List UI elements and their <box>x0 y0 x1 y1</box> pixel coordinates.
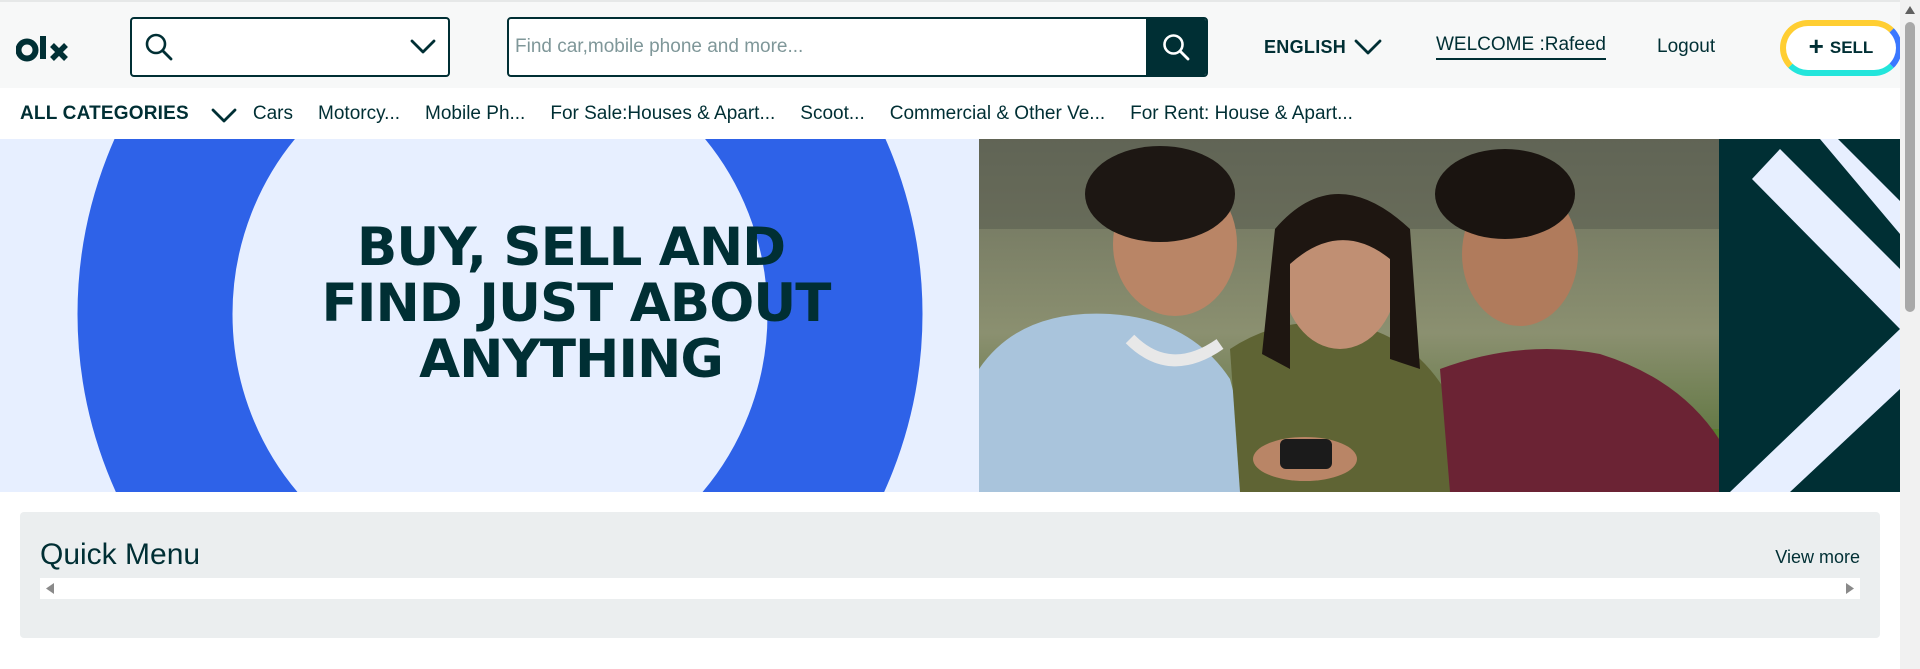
quick-menu-scroller[interactable] <box>40 578 1860 599</box>
search-input[interactable] <box>509 19 1146 75</box>
sell-label: SELL <box>1829 38 1874 57</box>
scroll-right-arrow-icon[interactable] <box>1844 583 1854 594</box>
banner-headline-line2: FIND JUST ABOUT <box>322 273 832 334</box>
banner-headline-line1: BUY, SELL AND <box>357 217 785 278</box>
olx-logo[interactable] <box>16 30 72 64</box>
location-select[interactable] <box>130 17 450 77</box>
banner-chevron-graphic <box>1719 139 1900 492</box>
scroll-left-arrow-icon[interactable] <box>46 583 56 594</box>
language-selector[interactable]: ENGLISH <box>1264 35 1382 59</box>
search-bar <box>507 17 1208 77</box>
hero-banner[interactable]: BUY, SELL AND FIND JUST ABOUT ANYTHING <box>0 139 1900 492</box>
chevron-down-icon[interactable] <box>410 39 436 55</box>
all-categories-button[interactable]: ALL CATEGORIES <box>20 103 189 125</box>
view-more-link[interactable]: View more <box>1775 547 1860 568</box>
plus-icon: + <box>1808 31 1824 61</box>
category-item-scooters[interactable]: Scoot... <box>800 103 864 125</box>
language-label: ENGLISH <box>1264 36 1347 57</box>
banner-headline-line3: ANYTHING <box>419 329 723 390</box>
page: ENGLISH WELCOME :Rafeed Logout + SELL AL… <box>0 0 1920 669</box>
category-item-cars[interactable]: Cars <box>253 103 293 125</box>
quick-menu-panel: Quick Menu View more <box>20 512 1880 638</box>
page-scrollbar[interactable] <box>1900 0 1920 669</box>
search-icon <box>1163 34 1190 61</box>
logout-link[interactable]: Logout <box>1657 35 1715 59</box>
chevron-down-icon[interactable] <box>211 107 237 124</box>
quick-menu-title: Quick Menu <box>40 538 201 571</box>
banner-photo <box>979 139 1719 492</box>
category-item-mobile-phones[interactable]: Mobile Ph... <box>425 103 525 125</box>
welcome-user-link[interactable]: WELCOME :Rafeed <box>1436 33 1606 60</box>
category-nav: ALL CATEGORIES Cars Motorcy... Mobile Ph… <box>0 88 1900 139</box>
search-icon <box>145 33 173 61</box>
category-item-commercial-vehicles[interactable]: Commercial & Other Ve... <box>890 103 1105 125</box>
sell-button[interactable]: + SELL <box>1780 20 1902 76</box>
scrollbar-thumb[interactable] <box>1905 22 1915 312</box>
category-item-houses-for-rent[interactable]: For Rent: House & Apart... <box>1130 103 1353 125</box>
top-header: ENGLISH WELCOME :Rafeed Logout + SELL <box>0 0 1902 88</box>
scroll-up-arrow-icon[interactable] <box>1905 6 1915 14</box>
category-item-houses-for-sale[interactable]: For Sale:Houses & Apart... <box>550 103 775 125</box>
search-button[interactable] <box>1146 19 1206 75</box>
chevron-down-icon <box>1354 39 1382 55</box>
category-item-motorcycles[interactable]: Motorcy... <box>318 103 400 125</box>
